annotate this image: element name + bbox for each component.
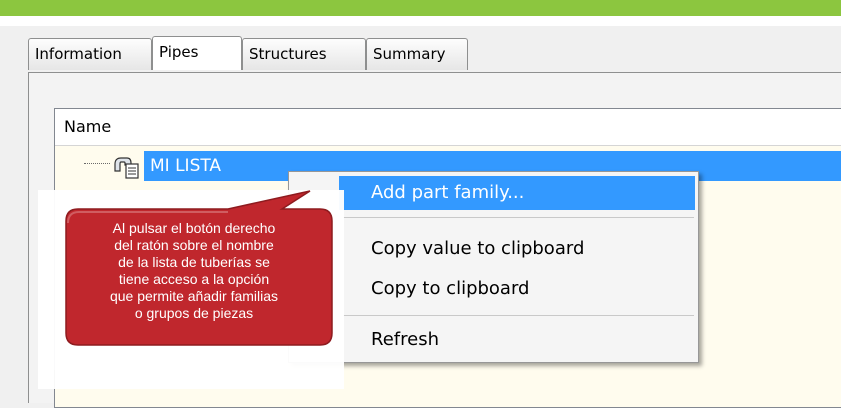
tab-information-label: Information	[35, 45, 122, 63]
callout-line: Al pulsar el botón derecho	[112, 220, 276, 236]
tab-information[interactable]: Information	[28, 38, 152, 70]
menu-item-copy-value[interactable]: Copy value to clipboard	[289, 232, 698, 266]
tab-structures[interactable]: Structures	[242, 38, 366, 70]
menu-separator	[343, 217, 694, 218]
tab-summary[interactable]: Summary	[366, 38, 468, 70]
top-strip	[0, 16, 841, 26]
top-accent-bar	[0, 0, 841, 16]
column-header-label: Name	[64, 117, 112, 136]
pipe-list-icon	[114, 157, 139, 179]
menu-separator	[343, 315, 694, 316]
tab-summary-label: Summary	[373, 45, 446, 63]
tree-connector	[84, 163, 110, 164]
callout-line: de la lista de tuberías se	[118, 254, 270, 270]
menu-item-refresh[interactable]: Refresh	[289, 323, 698, 357]
tab-pipes-label: Pipes	[159, 43, 199, 61]
context-menu: Add part family... Copy value to clipboa…	[288, 171, 699, 363]
tab-structures-label: Structures	[249, 45, 327, 63]
menu-item-copy-clipboard[interactable]: Copy to clipboard	[289, 272, 698, 306]
callout-line: del ratón sobre el nombre	[114, 237, 274, 253]
callout-line: tiene acceso a la opción	[118, 271, 270, 287]
callout-text: Al pulsar el botón derecho del ratón sob…	[76, 220, 312, 322]
callout-line: o grupos de piezas	[134, 305, 254, 321]
tab-pipes[interactable]: Pipes	[152, 36, 242, 70]
column-header-name[interactable]: Name	[55, 109, 841, 146]
callout-line: que permite añadir familias	[109, 288, 279, 304]
menu-item-add-part-family[interactable]: Add part family...	[339, 176, 695, 210]
